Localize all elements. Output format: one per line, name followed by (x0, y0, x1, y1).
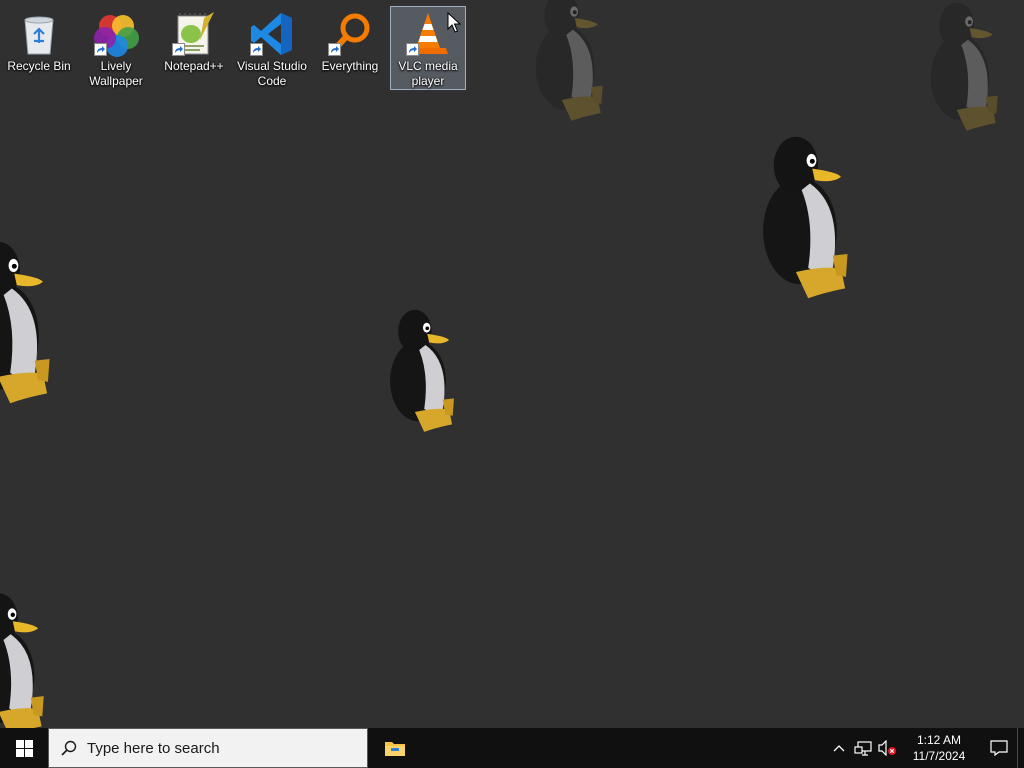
desktop-icon-label: Notepad++ (164, 59, 224, 73)
clock[interactable]: 1:12 AM 11/7/2024 (903, 728, 975, 768)
network-button[interactable] (851, 728, 875, 768)
desktop-icon-vscode[interactable]: Visual Studio Code (234, 6, 310, 90)
network-icon (854, 740, 872, 756)
lively-wallpaper-icon (92, 10, 140, 58)
notepad-plus-plus-icon (170, 10, 218, 58)
system-tray: 1:12 AM 11/7/2024 (827, 728, 1024, 768)
tux-penguin-bottom-left (0, 593, 44, 728)
clock-time: 1:12 AM (916, 733, 962, 747)
shortcut-arrow-icon (172, 43, 185, 56)
shortcut-arrow-icon (94, 43, 107, 56)
folder-icon (385, 742, 405, 756)
tux-penguin-left-edge (0, 241, 50, 404)
recycle-bin-icon (15, 10, 63, 58)
search-input[interactable]: Type here to search (48, 728, 368, 768)
tux-penguin-large (763, 136, 848, 299)
desktop-icon-label: Visual Studio Code (237, 59, 307, 88)
everything-search-icon (326, 10, 374, 58)
show-desktop-button[interactable] (1017, 728, 1024, 768)
tux-penguin-small (390, 309, 454, 432)
desktop-icon-label: Everything (321, 59, 379, 73)
shortcut-arrow-icon (250, 43, 263, 56)
desktop-icon-everything[interactable]: Everything (312, 6, 388, 90)
mouse-cursor-icon (447, 12, 461, 33)
vlc-cone-icon (404, 10, 452, 58)
desktop-icon-notepad-plus-plus[interactable]: Notepad++ (156, 6, 232, 90)
taskbar: Type here to search 1:12 AM 11/7/2024 (0, 728, 1024, 768)
chevron-up-icon (833, 745, 845, 752)
desktop-icon-lively-wallpaper[interactable]: Lively Wallpaper (78, 6, 154, 90)
search-icon (61, 740, 77, 756)
desktop: Recycle Bin Lively Wallpaper Notepad++ V… (0, 0, 1024, 728)
shortcut-arrow-icon (406, 43, 419, 56)
desktop-icon-label: VLC media player (398, 59, 458, 88)
search-placeholder: Type here to search (87, 739, 220, 757)
vscode-icon (248, 10, 296, 58)
desktop-icon-label: Lively Wallpaper (89, 59, 143, 88)
wallpaper-penguins (0, 0, 998, 728)
windows-logo-icon (15, 739, 33, 757)
start-button[interactable] (0, 728, 48, 768)
taskbar-app-file-explorer[interactable] (372, 728, 418, 768)
shortcut-arrow-icon (328, 43, 341, 56)
show-hidden-icons-button[interactable] (827, 728, 851, 768)
volume-button[interactable] (875, 728, 899, 768)
notification-center-button[interactable] (981, 728, 1017, 768)
notification-icon (990, 740, 1008, 756)
clock-date: 11/7/2024 (912, 749, 966, 763)
desktop-icon-recycle-bin[interactable]: Recycle Bin (1, 6, 77, 90)
volume-muted-icon (878, 740, 896, 756)
desktop-icon-label: Recycle Bin (7, 59, 71, 73)
